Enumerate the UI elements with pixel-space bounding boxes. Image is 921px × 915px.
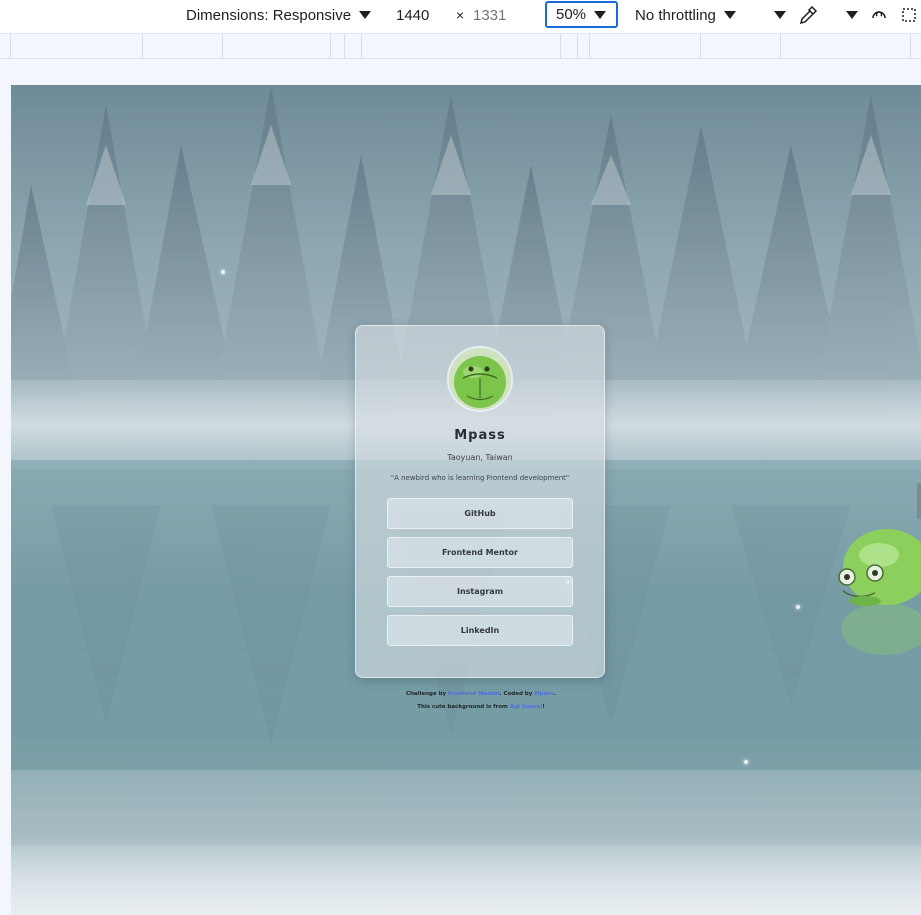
devtools-device-toolbar: Dimensions: Responsive × 50% No throttli… [0,0,921,33]
attribution: Challenge by Frontend Mentor. Coded by M… [261,688,701,714]
profile-name: Mpass [454,428,506,443]
attribution-line-1: Challenge by Frontend Mentor. Coded by M… [261,688,701,701]
throttling-label: No throttling [635,6,716,24]
rotate-icon [872,11,886,19]
dimensions-label: Dimensions: Responsive [186,6,352,24]
profile-card: Mpass Taoyuan, Taiwan "A newbird who is … [355,325,605,678]
eyedropper-button[interactable] [797,0,819,30]
dimensions-dropdown[interactable]: Dimensions: Responsive [186,0,372,30]
sparkle [796,605,800,609]
haro-avatar-image [449,348,511,410]
github-link-button[interactable]: GitHub [387,498,573,529]
coded-suffix-text: . [553,691,557,697]
haro-character [838,529,921,655]
profile-location: Taoyuan, Taiwan [447,453,513,462]
challenge-prefix-text: Challenge by [405,691,447,697]
eyedropper-icon [799,5,818,25]
times-sign: × [456,7,465,23]
snow-foreground [11,845,921,915]
throttling-dropdown[interactable]: No throttling [635,0,736,30]
more-caret-icon [774,11,786,19]
author-link[interactable]: Mpass [534,691,554,697]
zoom-value: 50% [556,6,587,23]
coded-prefix-text: . Coded by [499,691,533,697]
media-query-ruler[interactable] [0,33,921,59]
sparkle [221,270,225,274]
zoom-caret-icon [594,10,607,19]
options-dropdown[interactable] [838,0,858,30]
background-source-link[interactable]: Aqi Sousei [510,704,543,710]
rotate-button[interactable] [870,0,888,30]
social-links: GitHub Frontend Mentor Instagram LinkedI… [387,498,573,646]
throttling-caret-icon [723,11,736,19]
height-input[interactable] [469,4,525,26]
frontend-mentor-link[interactable]: Frontend Mentor [448,691,499,697]
bg-prefix-text: This cute background is from [417,704,508,710]
device-frame-button[interactable] [900,0,918,30]
profile-bio: "A newbird who is learning Frontend deve… [390,474,570,482]
linkedin-link-button[interactable]: LinkedIn [387,615,573,646]
sparkle [744,760,748,764]
instagram-link-button[interactable]: Instagram [387,576,573,607]
width-input[interactable] [392,4,448,26]
avatar [447,346,513,412]
more-options-dropdown[interactable] [766,0,786,30]
frontend-mentor-link-button[interactable]: Frontend Mentor [387,537,573,568]
device-frame-icon [902,8,916,22]
options-caret-icon [846,11,858,19]
bg-suffix-text: ! [542,704,545,710]
dimensions-caret-icon [359,11,372,19]
attribution-line-2: This cute background is from Aqi Sousei! [261,701,701,714]
zoom-dropdown[interactable]: 50% [545,1,618,28]
emulated-page: Mpass Taoyuan, Taiwan "A newbird who is … [11,85,921,915]
viewport-scrollbar-thumb[interactable] [917,483,921,519]
